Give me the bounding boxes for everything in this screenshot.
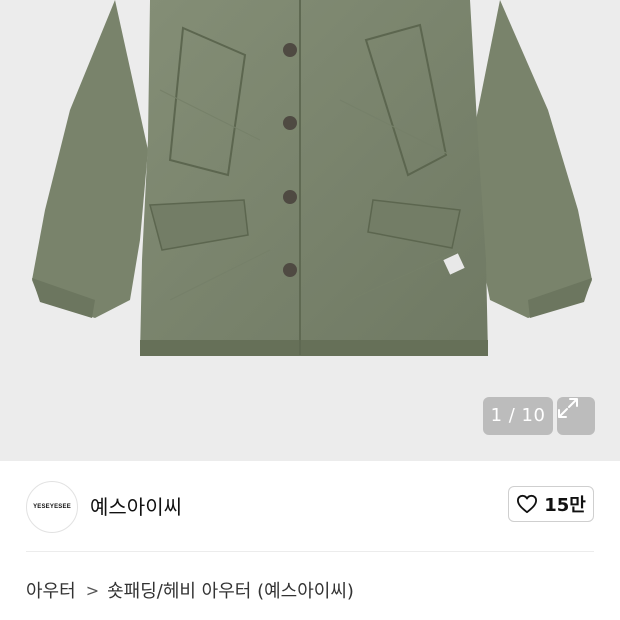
brand-logo-text: YESEYESEE: [33, 504, 71, 510]
expand-image-button[interactable]: [557, 397, 595, 435]
product-image-carousel[interactable]: 1 / 10: [0, 0, 620, 461]
product-page: 1 / 10 YESEYESEE 예스아이씨 15만 아우터 > 숏패딩/헤비 …: [0, 0, 620, 620]
brand-name-link[interactable]: 예스아이씨: [90, 491, 182, 520]
image-counter-text: 1 / 10: [490, 405, 546, 426]
expand-arrows-icon: [558, 398, 578, 418]
breadcrumb: 아우터 > 숏패딩/헤비 아우터 (예스아이씨): [26, 577, 354, 603]
brand-logo[interactable]: YESEYESEE: [26, 481, 78, 533]
heart-outline-icon: [517, 494, 538, 514]
jacket-product-image: [32, 0, 592, 356]
like-count: 15만: [544, 495, 586, 516]
brand-row: YESEYESEE 예스아이씨 15만: [0, 461, 620, 551]
breadcrumb-subcategory[interactable]: 숏패딩/헤비 아우터 (예스아이씨): [107, 577, 354, 603]
chevron-right-icon: >: [85, 580, 100, 600]
like-button[interactable]: 15만: [508, 486, 594, 522]
breadcrumb-category[interactable]: 아우터: [26, 577, 76, 603]
section-divider: [26, 551, 594, 552]
image-counter: 1 / 10: [483, 397, 553, 435]
